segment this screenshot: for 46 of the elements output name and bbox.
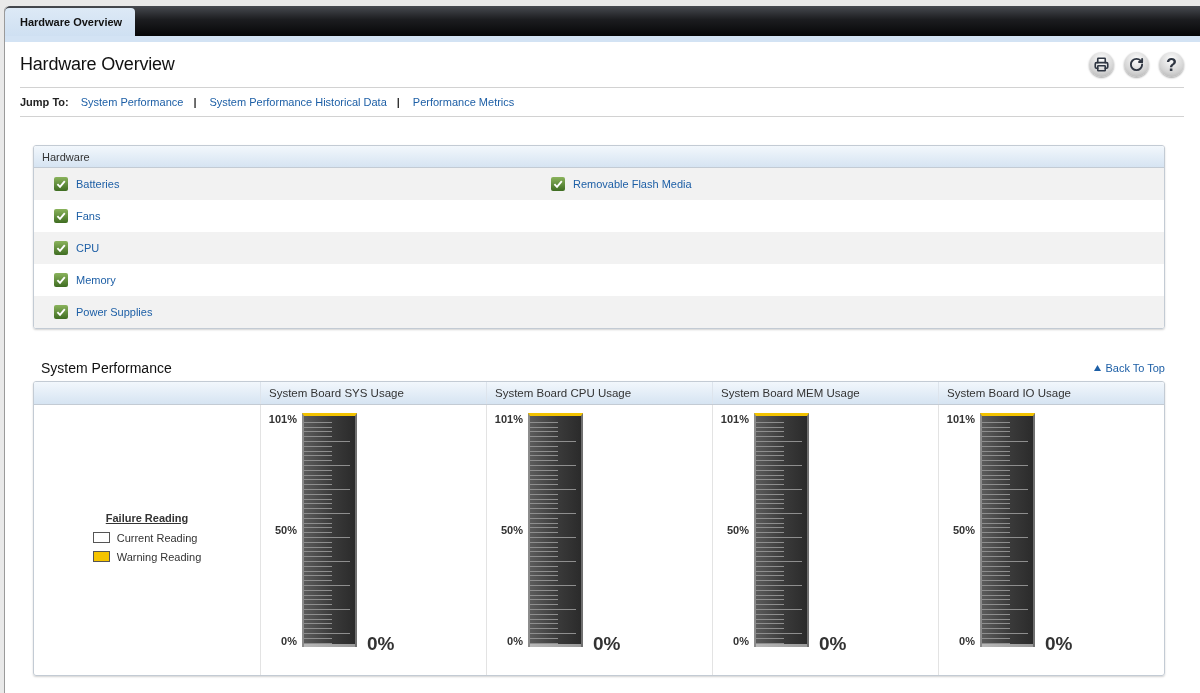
scale-label: 50%	[952, 524, 975, 536]
column-header: System Board IO Usage	[938, 382, 1164, 404]
page-title: Hardware Overview	[20, 54, 175, 75]
scale-label: 0%	[959, 635, 975, 647]
hardware-link[interactable]: Fans	[76, 210, 101, 222]
gauge-reading: 0%	[1045, 633, 1073, 655]
panel-header: Hardware	[34, 146, 1164, 168]
scale-label: 50%	[500, 524, 523, 536]
gauge-reading: 0%	[819, 633, 847, 655]
printer-icon	[1094, 57, 1109, 72]
hardware-link[interactable]: Memory	[76, 274, 116, 286]
print-button[interactable]	[1089, 52, 1114, 77]
scale-label: 101%	[946, 413, 975, 425]
scale-label: 50%	[274, 524, 297, 536]
link-separator: |	[193, 96, 197, 108]
scale-label: 0%	[733, 635, 749, 647]
jump-to-label: Jump To:	[20, 96, 69, 108]
legend-label: Warning Reading	[116, 550, 202, 563]
refresh-icon	[1129, 57, 1144, 72]
gauge-reading: 0%	[593, 633, 621, 655]
hardware-link[interactable]: CPU	[76, 242, 100, 254]
scale-label: 101%	[268, 413, 297, 425]
help-button[interactable]: ?	[1159, 52, 1184, 77]
scale-label: 101%	[720, 413, 749, 425]
column-header: System Board MEM Usage	[712, 382, 938, 404]
scale-label: 50%	[726, 524, 749, 536]
triangle-up-icon	[1094, 365, 1102, 371]
scale-label: 0%	[507, 635, 523, 647]
hardware-link[interactable]: Power Supplies	[76, 306, 153, 318]
back-to-top-link[interactable]: Back To Top	[1094, 362, 1165, 374]
refresh-button[interactable]	[1124, 52, 1149, 77]
hardware-link[interactable]: Batteries	[76, 178, 120, 190]
link-separator: |	[396, 96, 400, 108]
hardware-link[interactable]: Removable Flash Media	[573, 178, 692, 190]
column-header: System Board SYS Usage	[260, 382, 486, 404]
column-header: System Board CPU Usage	[486, 382, 712, 404]
jump-link[interactable]: Performance Metrics	[412, 96, 515, 108]
jump-link[interactable]: System Performance	[80, 96, 184, 108]
legend-title: Failure Reading	[105, 511, 189, 524]
jump-link[interactable]: System Performance Historical Data	[209, 96, 387, 108]
gauge-reading: 0%	[367, 633, 395, 655]
scale-label: 0%	[281, 635, 297, 647]
scale-label: 101%	[494, 413, 523, 425]
tab[interactable]: Hardware Overview	[5, 8, 135, 36]
legend-label: Current Reading	[116, 531, 198, 544]
section-title: System Performance	[41, 360, 172, 376]
